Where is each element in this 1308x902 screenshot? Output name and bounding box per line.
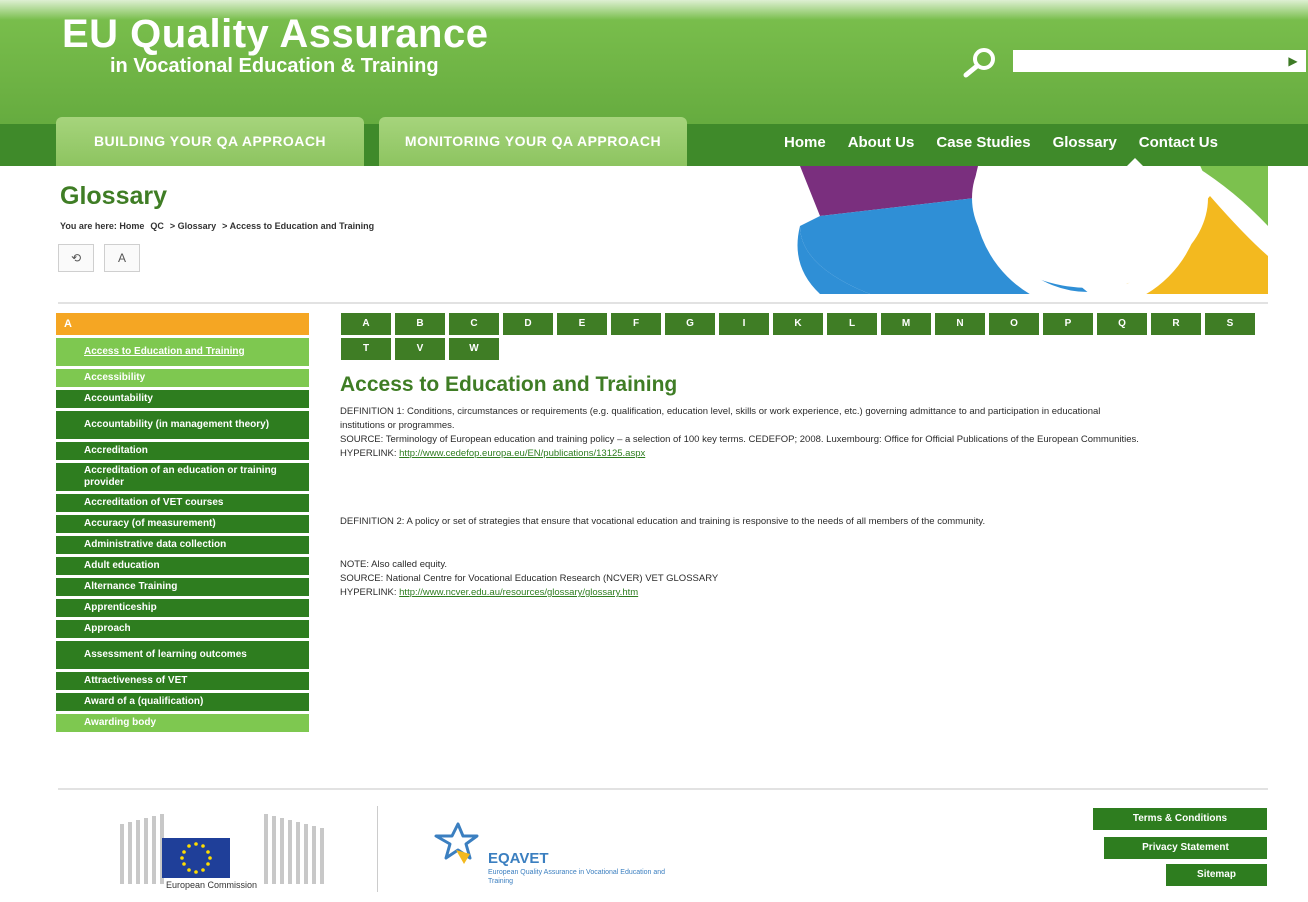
sidebar-item-accreditation[interactable]: Accreditation <box>56 439 309 460</box>
footer-separator <box>377 806 378 892</box>
alpha-letter-s[interactable]: S <box>1205 313 1255 335</box>
search-submit-button[interactable]: ▶ <box>1280 50 1306 72</box>
terms-conditions-button[interactable]: Terms & Conditions <box>1093 808 1267 830</box>
alpha-letter-m[interactable]: M <box>881 313 931 335</box>
content-divider <box>58 302 1268 304</box>
breadcrumb: You are here: Home QC > Glossary > Acces… <box>60 221 374 231</box>
definition-1: DEFINITION 1: Conditions, circumstances … <box>340 405 1140 461</box>
alpha-letter-l[interactable]: L <box>827 313 877 335</box>
alpha-letter-k[interactable]: K <box>773 313 823 335</box>
sidebar-item-approach[interactable]: Approach <box>56 617 309 638</box>
page-title: Glossary <box>60 182 168 210</box>
refresh-button[interactable]: ⟲ <box>58 244 94 272</box>
sidebar-item-apprenticeship[interactable]: Apprenticeship <box>56 596 309 617</box>
tab-monitoring-qa-approach[interactable]: MONITORING YOUR QA APPROACH <box>379 117 687 166</box>
alpha-letter-q[interactable]: Q <box>1097 313 1147 335</box>
alpha-letter-e[interactable]: E <box>557 313 607 335</box>
definition-2-notes: NOTE: Also called equity. SOURCE: Nation… <box>340 558 1140 600</box>
alpha-letter-o[interactable]: O <box>989 313 1039 335</box>
refresh-icon: ⟲ <box>70 251 82 265</box>
eqavet-name: EQAVET <box>488 850 549 867</box>
alpha-letter-w[interactable]: W <box>449 338 499 360</box>
nav-home[interactable]: Home <box>784 132 826 154</box>
sidebar-item-accreditation-vet-courses[interactable]: Accreditation of VET courses <box>56 491 309 512</box>
alpha-letter-p[interactable]: P <box>1043 313 1093 335</box>
breadcrumb-qc[interactable]: QC <box>150 221 164 231</box>
eqavet-tagline: European Quality Assurance in Vocational… <box>488 869 666 885</box>
sidebar-item-accountability-management[interactable]: Accountability (in management theory) <box>56 408 309 439</box>
text-size-button[interactable]: A <box>104 244 140 272</box>
nav-contact-us[interactable]: Contact Us <box>1139 132 1218 154</box>
hyperlink-1-label: HYPERLINK: <box>340 448 397 459</box>
nav-about-us[interactable]: About Us <box>848 132 915 154</box>
site-header: EU Quality Assurance in Vocational Educa… <box>0 0 1308 166</box>
definition-2-text: DEFINITION 2: A policy or set of strateg… <box>340 516 986 527</box>
hyperlink-1-row: HYPERLINK: http://www.cedefop.europa.eu/… <box>340 447 1140 461</box>
alpha-letter-g[interactable]: G <box>665 313 715 335</box>
hyperlink-1[interactable]: http://www.cedefop.europa.eu/EN/publicat… <box>399 448 645 459</box>
sidebar-item-alternance-training[interactable]: Alternance Training <box>56 575 309 596</box>
sidebar-letter-header: A <box>56 313 309 335</box>
sidebar-item-accessibility[interactable]: Accessibility <box>56 366 309 387</box>
nav-glossary[interactable]: Glossary <box>1053 132 1117 154</box>
text-size-icon: A <box>117 251 126 265</box>
sidebar-item-accreditation-provider[interactable]: Accreditation of an education or trainin… <box>56 460 309 491</box>
entry-title: Access to Education and Training <box>340 373 678 396</box>
alpha-letter-a[interactable]: A <box>341 313 391 335</box>
sidebar-item-accountability[interactable]: Accountability <box>56 387 309 408</box>
definition-2: DEFINITION 2: A policy or set of strateg… <box>340 515 1140 529</box>
alpha-letter-b[interactable]: B <box>395 313 445 335</box>
glossary-sidebar: A Access to Education and Training Acces… <box>56 313 309 732</box>
nav-case-studies[interactable]: Case Studies <box>936 132 1030 154</box>
source-2-text: SOURCE: National Centre for Vocational E… <box>340 573 719 584</box>
alpha-letter-v[interactable]: V <box>395 338 445 360</box>
active-nav-pointer-icon <box>1127 158 1143 166</box>
breadcrumb-home[interactable]: You are here: Home <box>60 221 144 231</box>
hyperlink-2-label: HYPERLINK: <box>340 587 397 598</box>
sidebar-item-attractiveness-of-vet[interactable]: Attractiveness of VET <box>56 669 309 690</box>
breadcrumb-current: > Access to Education and Training <box>222 221 375 231</box>
alpha-letter-r[interactable]: R <box>1151 313 1201 335</box>
site-subtitle: in Vocational Education & Training <box>110 55 439 77</box>
search-icon[interactable] <box>960 45 1000 79</box>
site-title[interactable]: EU Quality Assurance <box>62 12 488 56</box>
source-1-text: SOURCE: Terminology of European educatio… <box>340 434 1139 445</box>
sidebar-item-administrative-data-collection[interactable]: Administrative data collection <box>56 533 309 554</box>
sidebar-item-award-of-qualification[interactable]: Award of a (qualification) <box>56 690 309 711</box>
search-input[interactable] <box>1013 50 1287 72</box>
hyperlink-2[interactable]: http://www.ncver.edu.au/resources/glossa… <box>399 587 638 598</box>
alpha-letter-i[interactable]: I <box>719 313 769 335</box>
hyperlink-2-row: HYPERLINK: http://www.ncver.edu.au/resou… <box>340 586 1140 600</box>
sidebar-item-adult-education[interactable]: Adult education <box>56 554 309 575</box>
footer-divider <box>58 788 1268 790</box>
sitemap-button[interactable]: Sitemap <box>1166 864 1267 886</box>
play-arrow-icon: ▶ <box>1288 54 1298 68</box>
alpha-letter-d[interactable]: D <box>503 313 553 335</box>
alpha-letter-c[interactable]: C <box>449 313 499 335</box>
privacy-statement-button[interactable]: Privacy Statement <box>1104 837 1267 859</box>
alpha-letter-f[interactable]: F <box>611 313 661 335</box>
breadcrumb-glossary[interactable]: > Glossary <box>170 221 216 231</box>
sidebar-item-assessment-learning-outcomes[interactable]: Assessment of learning outcomes <box>56 638 309 669</box>
main-nav: Home About Us Case Studies Glossary Cont… <box>770 132 1218 154</box>
sidebar-item-accuracy[interactable]: Accuracy (of measurement) <box>56 512 309 533</box>
ec-caption: European Commission <box>166 880 258 890</box>
hero-ring-graphic <box>790 166 1268 294</box>
alpha-letter-n[interactable]: N <box>935 313 985 335</box>
tab-building-qa-approach[interactable]: BUILDING YOUR QA APPROACH <box>56 117 364 166</box>
sidebar-item-awarding-body[interactable]: Awarding body <box>56 711 309 732</box>
note-text: NOTE: Also called equity. <box>340 559 448 570</box>
sidebar-item-access-to-education-and-training[interactable]: Access to Education and Training <box>56 335 309 366</box>
alpha-letter-t[interactable]: T <box>341 338 391 360</box>
definition-1-text: DEFINITION 1: Conditions, circumstances … <box>340 406 1101 431</box>
